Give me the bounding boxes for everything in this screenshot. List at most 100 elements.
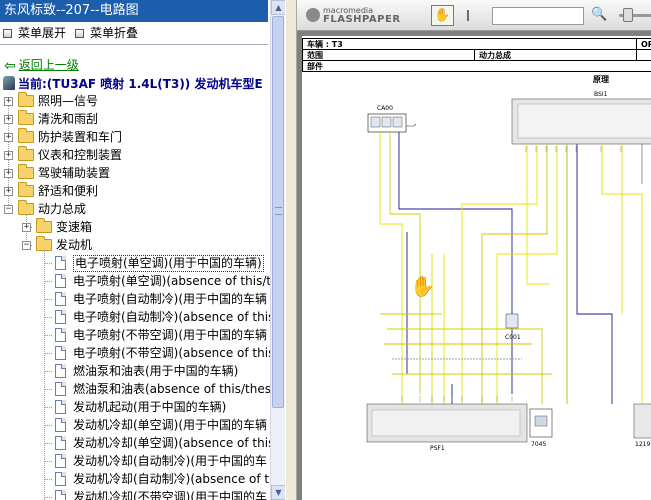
- tree-folder-label: 照明—信号: [38, 94, 99, 108]
- 7045-label: 7045: [531, 441, 546, 448]
- tree-guide-line: [44, 281, 52, 282]
- diagram-item-label: 发动机冷却(单空调)(用于中国的车辆: [73, 418, 268, 432]
- ca00-label: CA00: [377, 105, 393, 112]
- scope-cell: 范围: [307, 51, 323, 60]
- diagram-list-item[interactable]: 电子喷射(自动制冷)(absence of this: [0, 308, 270, 326]
- expand-toggle-icon[interactable]: +: [4, 187, 13, 196]
- diagram-item-label: 电子喷射(单空调)(absence of this/t: [73, 274, 270, 288]
- diagram-list-item[interactable]: 发动机冷却(自动制冷)(absence of th: [0, 470, 270, 488]
- search-button[interactable]: 🔍: [591, 6, 607, 24]
- folder-icon: [36, 218, 52, 233]
- folder-icon: [18, 128, 34, 143]
- 7045-module: 7045: [529, 408, 553, 448]
- document-icon: [55, 346, 66, 360]
- bsi1-label: BSI1: [594, 91, 608, 98]
- expand-toggle-icon[interactable]: +: [4, 133, 13, 142]
- diagram-item-label: 发动机冷却(自动制冷)(absence of th: [73, 472, 270, 486]
- tree-guide-line: [44, 443, 52, 444]
- expand-toggle-icon[interactable]: +: [22, 223, 31, 232]
- hand-tool-button[interactable]: ✋: [431, 5, 454, 26]
- tree-subfolder-row[interactable]: + 变速箱: [0, 218, 270, 236]
- back-link[interactable]: ⇦ 返回上一级: [4, 56, 79, 74]
- tree-folder-row[interactable]: + 舒适和便利: [0, 182, 270, 200]
- pane-splitter[interactable]: [285, 0, 297, 500]
- category-tree: + 照明—信号 + 清洗和雨刮 + 防护装置和车门 + 仪表和控制装置 + 驾驶辅助装置 + 舒适和便…: [0, 92, 270, 500]
- zoom-slider-knob[interactable]: [623, 8, 633, 22]
- diagram-item-label: 电子喷射(单空调)(用于中国的车辆): [73, 255, 264, 272]
- collapse-toggle-icon[interactable]: −: [22, 241, 31, 250]
- diagram-item-label: 电子喷射(不带空调)(用于中国的车辆: [73, 328, 268, 342]
- diagram-item-label: 电子喷射(自动制冷)(用于中国的车辆: [73, 292, 268, 306]
- expand-toggle-icon[interactable]: +: [4, 151, 13, 160]
- tree-subfolder-row[interactable]: − 发动机: [0, 236, 270, 254]
- current-location: 当前:(TU3AF 喷射 1.4L(T3)) 发动机车型E: [3, 75, 268, 92]
- vehicle-cell: 车辆 : T3: [307, 40, 343, 49]
- collapse-toggle-icon[interactable]: −: [4, 205, 13, 214]
- scroll-down-icon[interactable]: ▼: [271, 485, 286, 500]
- folder-icon: [18, 92, 34, 107]
- hand-icon: ✋: [434, 8, 451, 23]
- macromedia-swirl-icon: [306, 8, 320, 22]
- tree-folder-row[interactable]: + 驾驶辅助装置: [0, 164, 270, 182]
- diagram-list-item[interactable]: 燃油泵和油表(用于中国的车辆): [0, 362, 270, 380]
- document-icon: [55, 418, 66, 432]
- tree-scrollbar[interactable]: ▲ ▼: [270, 0, 286, 500]
- expand-menu-button[interactable]: 菜单展开: [3, 25, 66, 41]
- document-icon: [55, 256, 66, 270]
- folder-icon: [18, 182, 34, 197]
- psf1-module: PSF1: [366, 403, 528, 452]
- tree-guide-line: [44, 353, 52, 354]
- document-icon: [55, 472, 66, 486]
- search-input[interactable]: [492, 7, 584, 25]
- tree-folder-row[interactable]: + 照明—信号: [0, 92, 270, 110]
- text-select-button[interactable]: I: [462, 6, 474, 26]
- diagram-list-item[interactable]: 电子喷射(不带空调)(absence of this: [0, 344, 270, 362]
- tree-folder-label: 动力总成: [38, 202, 87, 216]
- diagram-item-label: 发动机冷却(不带空调)(用于中国的车: [73, 490, 268, 500]
- document-icon: [55, 436, 66, 450]
- tree-folder-label: 驾驶辅助装置: [38, 166, 111, 180]
- psf1-label: PSF1: [430, 445, 445, 452]
- tree-folder-row[interactable]: + 仪表和控制装置: [0, 146, 270, 164]
- expand-toggle-icon[interactable]: +: [4, 97, 13, 106]
- diagram-item-label: 燃油泵和油表(用于中国的车辆): [73, 364, 239, 378]
- tree-folder-label: 舒适和便利: [38, 184, 99, 198]
- document-viewer: macromedia FLASHPAPER ✋ I 🔍 车辆 : T3 OP 范…: [297, 0, 651, 500]
- diagram-list-item[interactable]: 燃油泵和油表(absence of this/these: [0, 380, 270, 398]
- diagram-list-item[interactable]: 电子喷射(单空调)(absence of this/t: [0, 272, 270, 290]
- tree-folder-row[interactable]: − 动力总成: [0, 200, 270, 218]
- tree-guide-line: [44, 479, 52, 480]
- tree-folder-row[interactable]: + 防护装置和车门: [0, 128, 270, 146]
- diagram-list-item[interactable]: 发动机冷却(自动制冷)(用于中国的车: [0, 452, 270, 470]
- expand-icon: [3, 29, 12, 38]
- document-icon: [55, 382, 66, 396]
- document-icon: [55, 310, 66, 324]
- diagram-list-item[interactable]: 电子喷射(不带空调)(用于中国的车辆: [0, 326, 270, 344]
- diagram-item-label: 燃油泵和油表(absence of this/these: [73, 382, 270, 396]
- flashpaper-logo: macromedia FLASHPAPER: [306, 5, 406, 27]
- tree-folder-label: 仪表和控制装置: [38, 148, 123, 162]
- diagram-list-item[interactable]: 发动机冷却(不带空调)(用于中国的车: [0, 488, 270, 500]
- diagram-list-item[interactable]: 发动机冷却(单空调)(用于中国的车辆: [0, 416, 270, 434]
- document-page: 车辆 : T3 OP 范围 动力总成 部件 原理 BSI1 CA00 C001 …: [302, 36, 651, 500]
- scroll-thumb[interactable]: [272, 16, 284, 408]
- scroll-up-icon[interactable]: ▲: [271, 0, 286, 15]
- diagram-item-label: 发动机起动(用于中国的车辆): [73, 400, 227, 414]
- tree-folder-row[interactable]: + 清洗和雨刮: [0, 110, 270, 128]
- ca00-switch: CA00: [367, 105, 417, 133]
- expand-toggle-icon[interactable]: +: [4, 169, 13, 178]
- 1219-label: 1219: [635, 441, 650, 448]
- 1219-module: 1219: [633, 403, 651, 448]
- search-icon: 🔍: [591, 7, 608, 22]
- expand-toggle-icon[interactable]: +: [4, 115, 13, 124]
- collapse-menu-button[interactable]: 菜单折叠: [75, 25, 138, 41]
- diagram-list-item[interactable]: 电子喷射(单空调)(用于中国的车辆): [0, 254, 270, 272]
- tree-guide-line: [44, 407, 52, 408]
- diagram-list-item[interactable]: 发动机起动(用于中国的车辆): [0, 398, 270, 416]
- diagram-list-item[interactable]: 发动机冷却(单空调)(absence of this: [0, 434, 270, 452]
- diagram-item-label: 发动机冷却(自动制冷)(用于中国的车: [73, 454, 268, 468]
- collapse-menu-label: 菜单折叠: [90, 26, 139, 40]
- diagram-list-item[interactable]: 电子喷射(自动制冷)(用于中国的车辆: [0, 290, 270, 308]
- parts-cell: 部件: [307, 62, 323, 71]
- bsi1-module: BSI1: [511, 91, 651, 145]
